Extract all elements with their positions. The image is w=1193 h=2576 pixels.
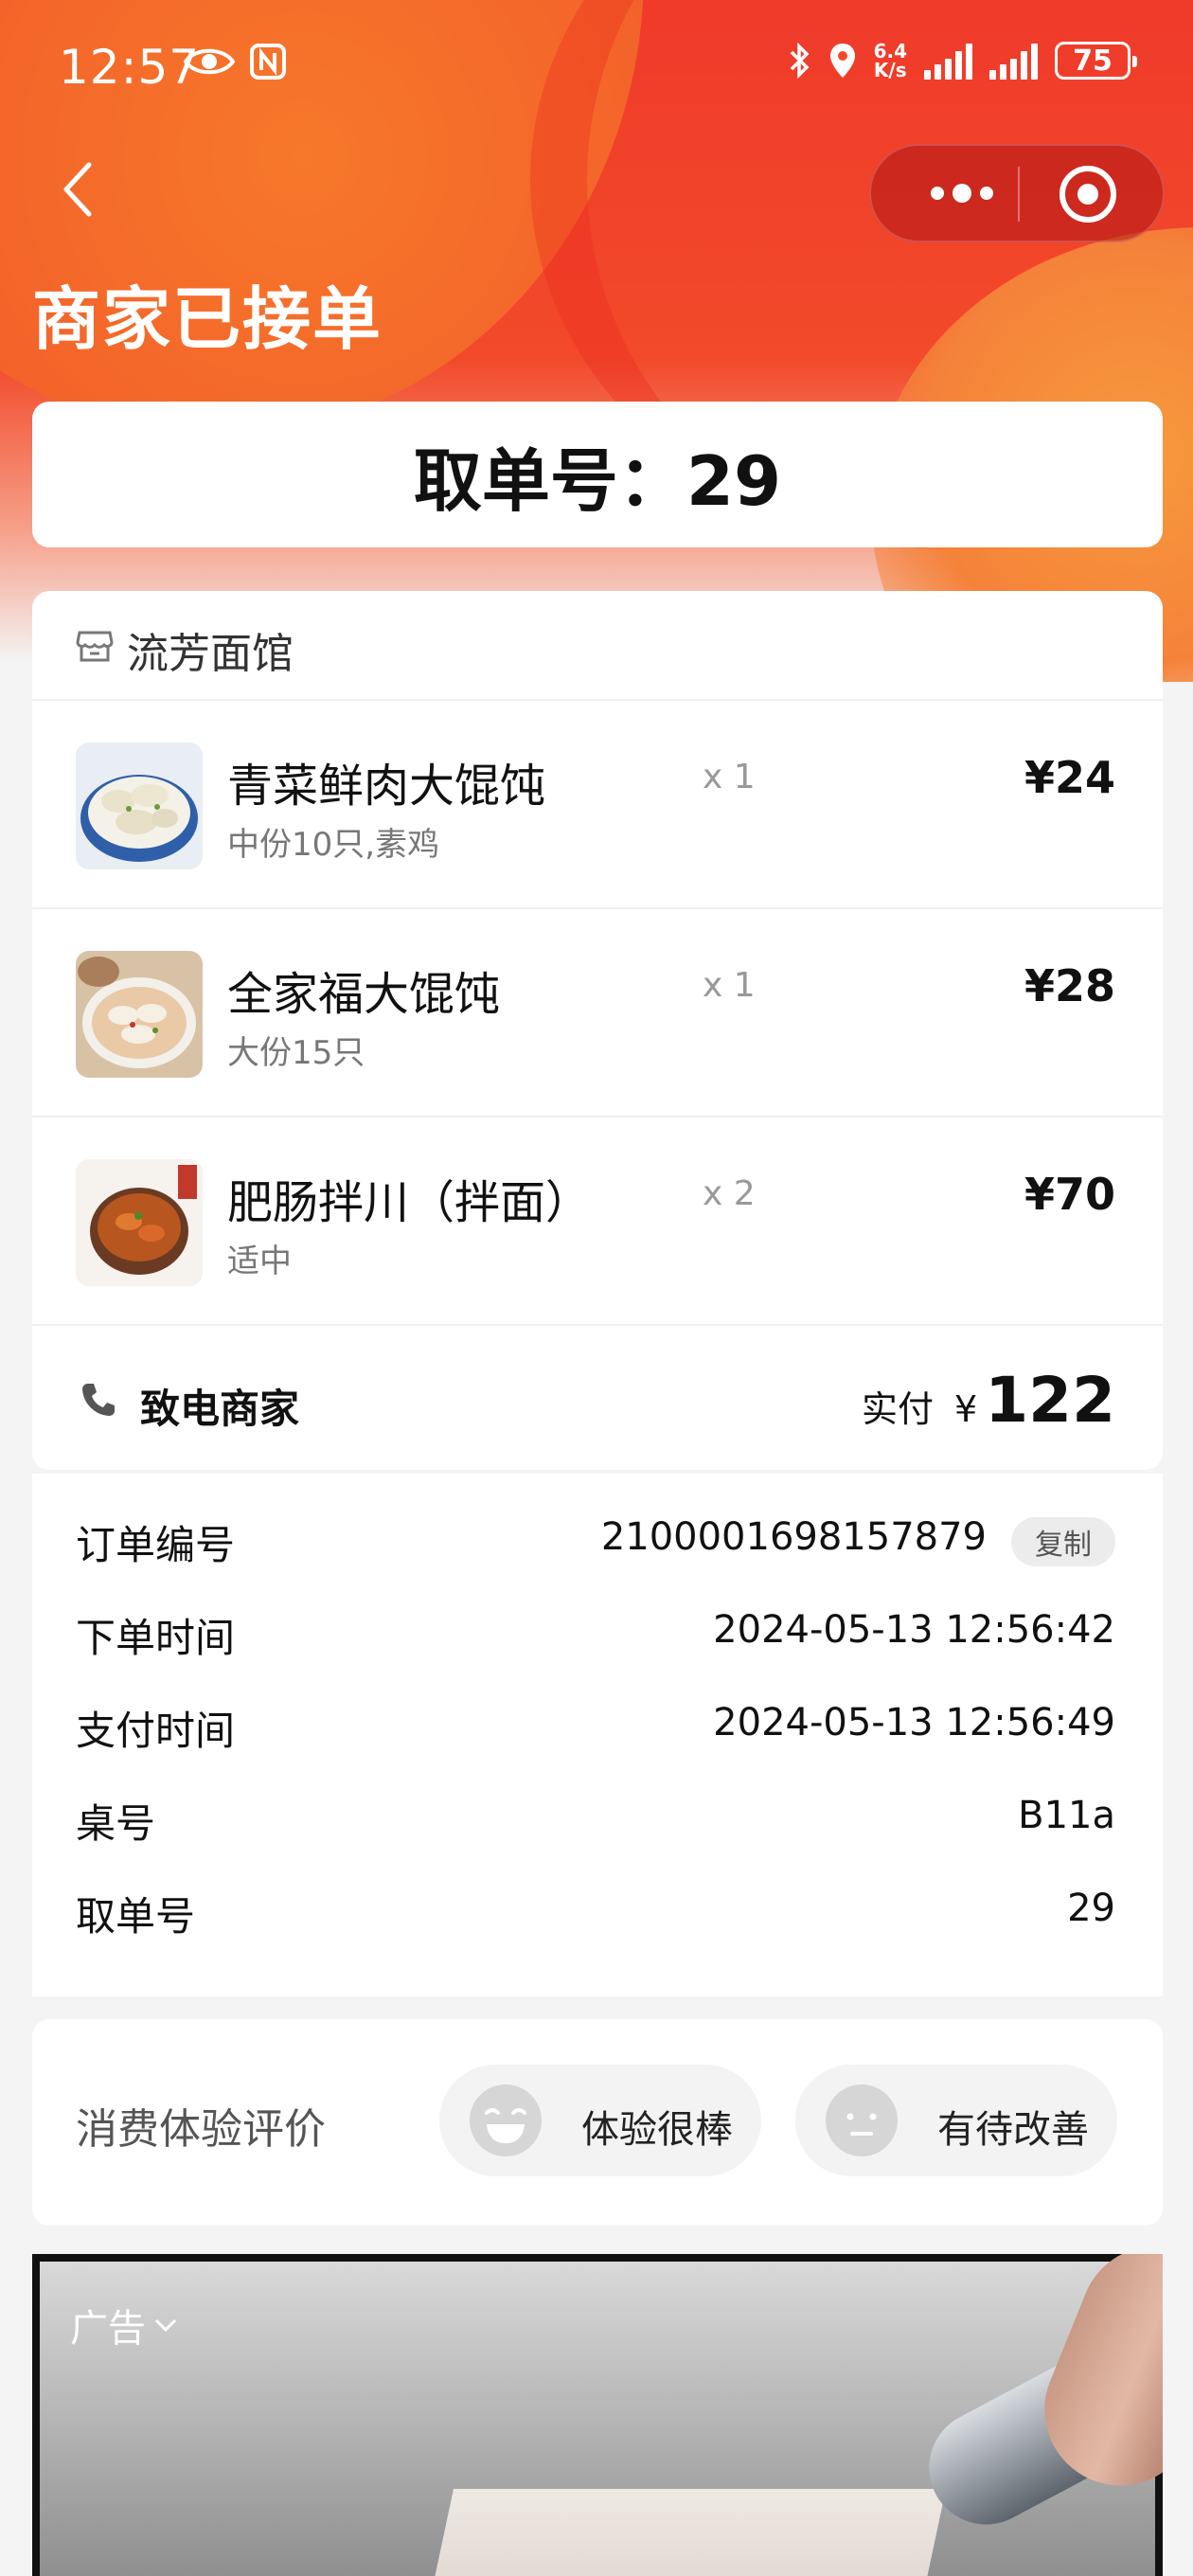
paid-amount: 122 — [985, 1364, 1115, 1437]
item-spec: 中份10只,素鸡 — [227, 826, 440, 864]
battery-icon: 75 — [1055, 42, 1137, 80]
order-number-row: 订单编号 2100001698157879 复制 — [32, 1496, 1163, 1572]
neutral-face-icon — [826, 2084, 898, 2156]
order-time-row: 下单时间 2024-05-13 12:56:42 — [32, 1589, 1163, 1665]
order-item: 全家福大馄饨 大份15只 x 1 ¥28 — [32, 909, 1163, 1118]
pickup-number-row: 取单号 29 — [32, 1868, 1163, 1943]
experience-rating-card: 消费体验评价 体验很棒 有待改善 — [32, 2019, 1163, 2226]
order-card: 流芳面馆 青菜鲜肉大馄饨 中份10只,素鸡 x 1 ¥24 全家福大馄饨 大份1… — [32, 591, 1163, 1470]
net-speed: 6.4 K/s — [873, 40, 907, 81]
item-image — [76, 951, 203, 1078]
status-time: 12:57 — [59, 40, 201, 95]
chevron-down-icon — [154, 2318, 177, 2333]
item-image — [76, 742, 203, 869]
item-image — [76, 1159, 203, 1286]
call-merchant-button[interactable]: 致电商家 — [140, 1377, 299, 1435]
copy-button[interactable]: 复制 — [1011, 1517, 1115, 1566]
item-name: 肥肠拌川（拌面） — [227, 1176, 592, 1229]
phone-icon[interactable] — [80, 1381, 117, 1419]
item-quantity: x 2 — [703, 1174, 756, 1213]
bluetooth-icon — [790, 42, 810, 80]
close-target-icon[interactable] — [1057, 163, 1119, 225]
mini-program-capsule — [869, 144, 1165, 242]
item-quantity: x 1 — [703, 758, 756, 796]
signal-icon-2 — [989, 42, 1038, 80]
rating-good-button[interactable]: 体验很棒 — [439, 2065, 761, 2176]
paid-total: 实付 ¥ 122 — [862, 1364, 1115, 1437]
order-details-card: 订单编号 2100001698157879 复制 下单时间 2024-05-13… — [32, 1474, 1163, 1996]
order-number-value: 2100001698157879 — [600, 1515, 987, 1559]
paid-label: 实付 — [862, 1388, 935, 1430]
rating-good-label: 体验很棒 — [581, 2108, 733, 2152]
pickup-number-card: 取单号：29 — [32, 402, 1163, 547]
more-icon[interactable] — [915, 146, 1009, 241]
order-item: 肥肠拌川（拌面） 适中 x 2 ¥70 — [32, 1118, 1163, 1326]
table-label: 桌号 — [76, 1800, 156, 1847]
rating-improve-button[interactable]: 有待改善 — [795, 2065, 1117, 2176]
item-name: 青菜鲜肉大馄饨 — [227, 760, 546, 813]
item-price: ¥24 — [1024, 752, 1115, 803]
item-price: ¥28 — [1024, 960, 1115, 1011]
item-spec: 适中 — [227, 1243, 292, 1280]
pay-time-label: 支付时间 — [76, 1708, 236, 1754]
capsule-divider — [1018, 167, 1020, 222]
call-merchant-row: 致电商家 实付 ¥ 122 — [32, 1330, 1163, 1470]
rating-improve-label: 有待改善 — [937, 2108, 1089, 2152]
shop-row[interactable]: 流芳面馆 — [32, 591, 1163, 701]
pay-time-row: 支付时间 2024-05-13 12:56:49 — [32, 1682, 1163, 1758]
pickup-number-value: 29 — [1067, 1887, 1115, 1930]
item-name: 全家福大馄饨 — [227, 968, 501, 1021]
table-value: B11a — [1018, 1794, 1115, 1837]
item-spec: 大份15只 — [227, 1034, 365, 1072]
rating-title: 消费体验评价 — [76, 2105, 326, 2154]
item-price: ¥70 — [1024, 1169, 1115, 1220]
smile-face-icon — [470, 2084, 542, 2156]
shop-name: 流芳面馆 — [127, 630, 294, 678]
back-arrow-icon[interactable] — [59, 161, 97, 218]
advertisement-banner[interactable]: 广告 — [32, 2254, 1163, 2576]
table-row: 桌号 B11a — [32, 1775, 1163, 1851]
order-item: 青菜鲜肉大馄饨 中份10只,素鸡 x 1 ¥24 — [32, 701, 1163, 909]
page-title: 商家已接单 — [32, 279, 383, 359]
ad-image — [40, 2254, 1163, 2576]
location-icon — [829, 44, 855, 78]
nfc-icon — [250, 44, 286, 80]
item-quantity: x 1 — [703, 966, 756, 1005]
pickup-number-label: 取单号 — [76, 1893, 196, 1940]
pay-time-value: 2024-05-13 12:56:49 — [713, 1701, 1115, 1744]
shop-icon — [76, 631, 114, 662]
status-bar: 12:57 6.4 K/s 75 — [0, 0, 1193, 133]
paid-currency: ¥ — [954, 1388, 978, 1430]
order-time-label: 下单时间 — [76, 1615, 236, 1661]
order-time-value: 2024-05-13 12:56:42 — [713, 1608, 1115, 1652]
pickup-number-text: 取单号：29 — [413, 440, 782, 521]
ad-label[interactable]: 广告 — [70, 2298, 178, 2352]
eye-icon — [184, 48, 235, 75]
order-number-label: 订单编号 — [76, 1522, 236, 1568]
signal-icon — [924, 42, 972, 80]
